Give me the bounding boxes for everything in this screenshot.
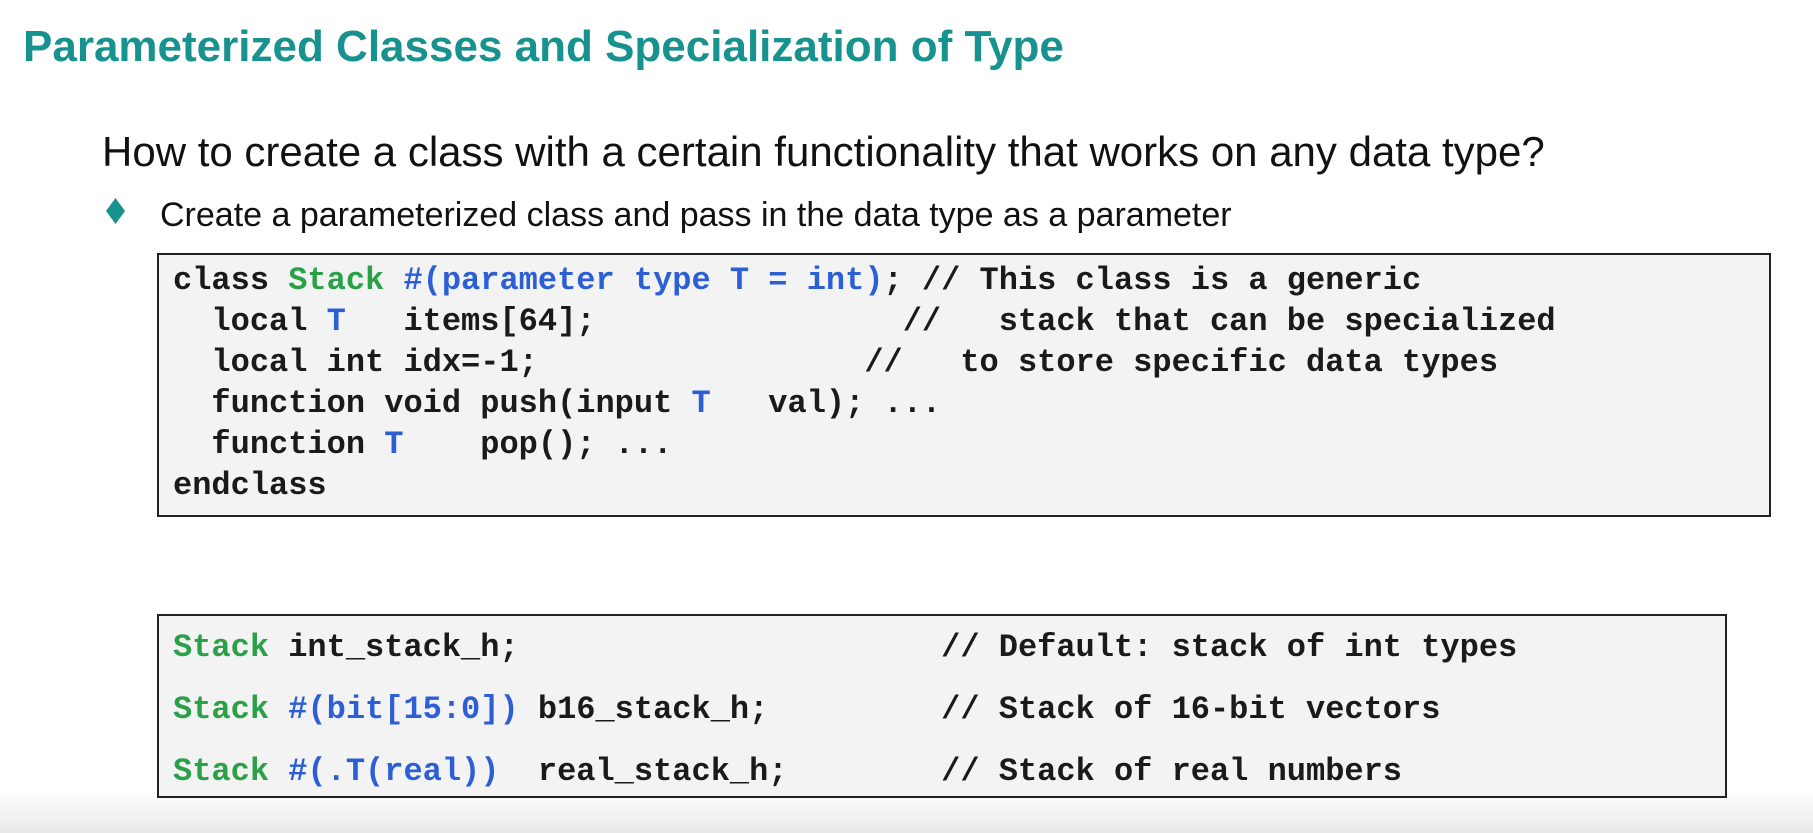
code-line: function T pop(); ... — [173, 427, 672, 463]
code-token: int_stack_h; // Default: stack of int ty… — [269, 629, 1518, 666]
code-line: local T items[64]; // stack that can be … — [173, 303, 1556, 340]
code-token: endclass — [173, 467, 327, 504]
code-token: local — [173, 303, 327, 340]
code-token: Stack — [173, 691, 270, 728]
code-token: class — [173, 262, 289, 299]
code-token: function — [173, 426, 385, 463]
code-line: function void push(input T val); ... — [173, 386, 941, 422]
code-token: Stack — [173, 629, 270, 666]
code-token: b16_stack_h; // Stack of 16-bit vectors — [518, 691, 1441, 728]
code-token: local int idx=-1; // to store specific d… — [173, 344, 1499, 381]
question-text: How to create a class with a certain fun… — [102, 128, 1545, 175]
code-token: T — [691, 385, 711, 422]
slide-title: Parameterized Classes and Specialization… — [23, 22, 1064, 71]
code-line: local int idx=-1; // to store specific d… — [173, 345, 1498, 381]
code-token: #(.T(real)) — [269, 753, 500, 790]
code-token: val); ... — [710, 385, 942, 422]
bullet-text: Create a parameterized class and pass in… — [160, 196, 1232, 234]
code-line: class Stack #(parameter type T = int); /… — [173, 263, 1421, 299]
code-line: Stack #(bit[15:0]) b16_stack_h; // Stack… — [173, 692, 1440, 728]
code-token: Stack — [173, 753, 270, 790]
code-token: real_stack_h; // Stack of real numbers — [499, 753, 1402, 790]
code-token: #(bit[15:0]) — [269, 691, 519, 728]
code-token: ; // This class is a generic — [883, 262, 1422, 299]
code-token: items[64]; // stack that can be speciali… — [345, 303, 1556, 340]
code-token: pop(); ... — [403, 426, 673, 463]
code-token: function void push(input — [173, 385, 692, 422]
specialization-code-block: Stack int_stack_h; // Default: stack of … — [157, 614, 1727, 798]
code-token: Stack — [288, 262, 385, 299]
code-token: T — [384, 426, 404, 463]
code-line: Stack int_stack_h; // Default: stack of … — [173, 630, 1517, 666]
code-line: endclass — [173, 468, 327, 504]
class-definition-code-block: class Stack #(parameter type T = int); /… — [157, 253, 1771, 517]
code-token: #(parameter type T = int) — [384, 262, 884, 299]
code-token: T — [326, 303, 346, 340]
diamond-bullet-icon — [106, 198, 125, 224]
code-line: Stack #(.T(real)) real_stack_h; // Stack… — [173, 754, 1402, 790]
